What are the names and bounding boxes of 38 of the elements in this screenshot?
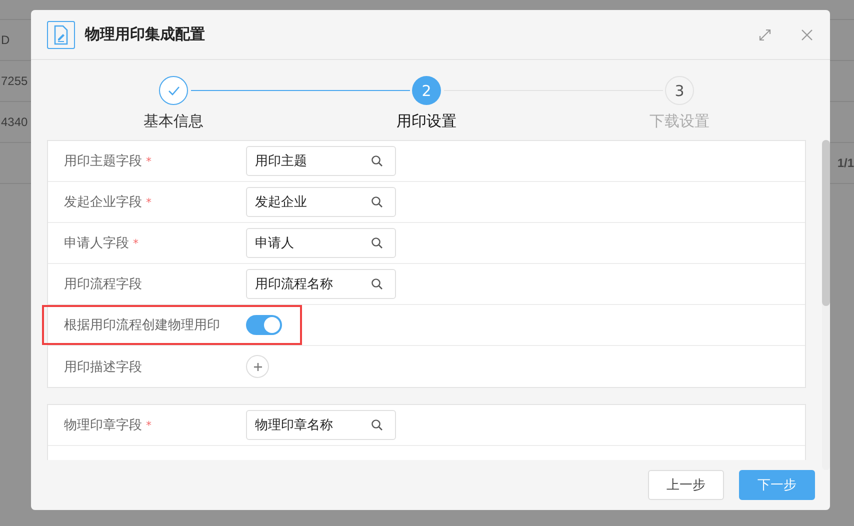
scrollbar[interactable] (822, 140, 830, 470)
back-button[interactable]: 上一步 (648, 470, 724, 500)
toggle-switch[interactable] (246, 315, 282, 335)
field-label: 用印主题字段 (64, 153, 142, 170)
step-label: 用印设置 (396, 112, 456, 131)
required-mark: * (146, 418, 152, 432)
field-label: 物理印章字段 (64, 417, 142, 434)
required-mark: * (146, 196, 152, 208)
step-label: 下载设置 (650, 112, 710, 131)
search-icon (371, 196, 383, 208)
search-icon (371, 419, 383, 431)
step-number: 2 (412, 76, 441, 105)
close-icon[interactable] (800, 28, 814, 42)
step-label: 基本信息 (144, 112, 204, 131)
field-label: 用印描述字段 (64, 358, 142, 376)
dialog-title: 物理用印集成配置 (85, 25, 205, 44)
search-icon (371, 278, 383, 290)
add-icon[interactable] (246, 355, 269, 378)
required-mark: * (146, 154, 152, 168)
table-cell-text: 4340 (1, 115, 28, 129)
search-field[interactable]: 发起企业 (246, 187, 396, 217)
table-cell-text: 7255 (1, 74, 28, 88)
table-cell-text: D (1, 33, 10, 47)
expand-icon[interactable] (758, 28, 772, 42)
search-field[interactable]: 用印主题 (246, 146, 396, 176)
field-label: 根据用印流程创建物理用印 (64, 317, 220, 334)
pager-text: 1/1 (837, 156, 854, 170)
field-label: 发起企业字段 (64, 194, 142, 211)
field-label: 申请人字段 (64, 235, 129, 252)
search-field[interactable]: 用印流程名称 (246, 269, 396, 299)
search-icon (371, 237, 383, 249)
search-icon (371, 155, 383, 167)
search-field[interactable]: 申请人 (246, 228, 396, 258)
required-mark: * (133, 236, 138, 250)
search-field[interactable]: 物理印章名称 (246, 410, 396, 440)
step-number: 3 (665, 76, 694, 105)
field-label: 用印流程字段 (64, 276, 142, 293)
document-icon (47, 20, 75, 48)
